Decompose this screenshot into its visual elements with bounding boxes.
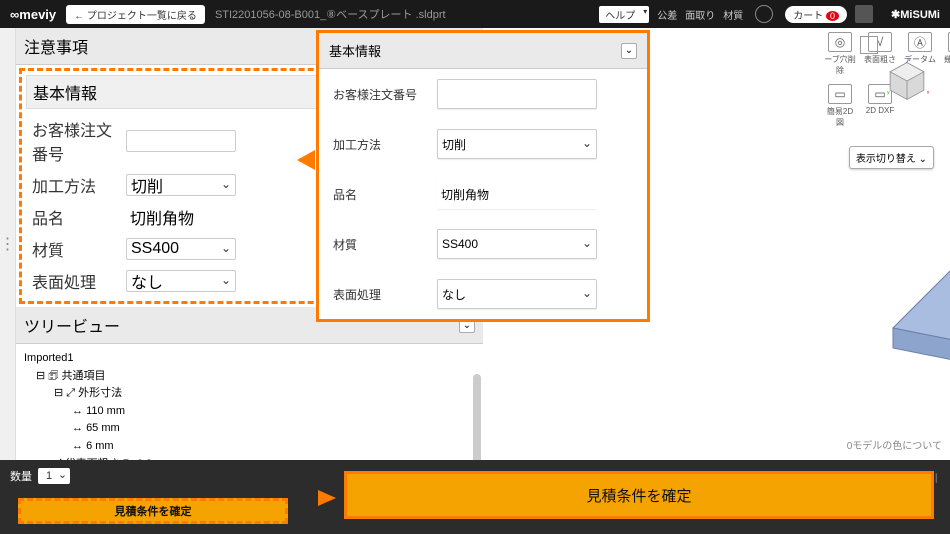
brand: ✱MiSUMi xyxy=(881,8,950,21)
tree-item[interactable]: ⊟ 🗊 共通項目 xyxy=(24,368,475,386)
chevron-down-icon[interactable]: ⌄ xyxy=(621,43,637,59)
tool-gtol[interactable]: ⟂幾何公差 xyxy=(943,32,950,76)
name-value: 切削角物 xyxy=(437,179,597,209)
tree-root[interactable]: Imported1 xyxy=(24,350,475,368)
name-label: 品名 xyxy=(333,186,433,203)
name-label: 品名 xyxy=(32,205,122,229)
tree-item[interactable]: ↔ 110 mm xyxy=(24,403,475,421)
basic-title: 基本情報 xyxy=(33,80,97,104)
quantity: 数量 1 xyxy=(10,468,70,484)
material-select[interactable]: SS400 xyxy=(126,238,236,260)
finish-label: 表面処理 xyxy=(32,269,122,293)
back-button[interactable]: ← プロジェクト一覧に戻る xyxy=(66,5,205,24)
drag-handle[interactable]: ⋮ xyxy=(0,28,16,460)
method-label: 加工方法 xyxy=(333,136,433,153)
order-input[interactable] xyxy=(126,130,236,152)
tool-2d[interactable]: ▭簡易2D図 xyxy=(823,84,857,128)
tree-panel: Imported1 ⊟ 🗊 共通項目 ⊟ ⤢ 外形寸法 ↔ 110 mm ↔ 6… xyxy=(16,344,483,460)
confirm-button[interactable]: 見積条件を確定 xyxy=(18,498,288,524)
model-plate[interactable]: 2x M6 xyxy=(883,188,950,418)
top-bar: ∞meviy ← プロジェクト一覧に戻る STI2201056-08-B001_… xyxy=(0,0,950,28)
material-link[interactable]: 材質 xyxy=(723,7,743,22)
search-icon[interactable] xyxy=(755,5,773,23)
help-dropdown[interactable]: ヘルプ xyxy=(599,6,649,23)
chamfer-link[interactable]: 面取り xyxy=(685,7,715,22)
finish-select[interactable]: なし xyxy=(437,279,597,309)
perspective-icon[interactable] xyxy=(860,36,878,54)
callout-header: 基本情報 ⌄ xyxy=(319,33,647,69)
tree-title: ツリービュー xyxy=(24,313,120,337)
cart-button[interactable]: カート 0 xyxy=(785,6,847,23)
order-label: お客様注文番号 xyxy=(32,117,122,165)
svg-text:z: z xyxy=(909,58,912,62)
qty-label: 数量 xyxy=(10,468,32,484)
basic-info-callout: 基本情報 ⌄ お客様注文番号 加工方法切削 品名切削角物 材質SS400 表面処… xyxy=(316,30,650,322)
tree-item[interactable]: ↔ 65 mm xyxy=(24,420,475,438)
callout-arrow-icon xyxy=(297,150,315,170)
finish-label: 表面処理 xyxy=(333,286,433,303)
filename: STI2201056-08-B001_⑧ベースプレート .sldprt xyxy=(215,6,599,22)
tree-item[interactable]: ↔ 6 mm xyxy=(24,438,475,456)
tolerance-link[interactable]: 公差 xyxy=(657,7,677,22)
order-input[interactable] xyxy=(437,79,597,109)
method-select[interactable]: 切削 xyxy=(437,129,597,159)
avatar[interactable] xyxy=(855,5,873,23)
confirm-callout[interactable]: 見積条件を確定 xyxy=(344,471,934,519)
view-cube[interactable]: x y z xyxy=(884,58,930,104)
callout-arrow-icon xyxy=(318,490,336,506)
qty-select[interactable]: 1 xyxy=(38,468,70,484)
method-select[interactable]: 切削 xyxy=(126,174,236,196)
finish-select[interactable]: なし xyxy=(126,270,236,292)
tree-item[interactable]: ⊟ ⤢ 外形寸法 xyxy=(24,385,475,403)
material-label: 材質 xyxy=(32,237,122,261)
callout-title: 基本情報 xyxy=(329,41,381,60)
logo: ∞meviy xyxy=(0,7,66,22)
name-value: 切削角物 xyxy=(126,206,236,228)
method-label: 加工方法 xyxy=(32,173,122,197)
order-label: お客様注文番号 xyxy=(333,86,433,103)
view-toggle[interactable]: 表示切り替え ⌄ xyxy=(849,146,934,169)
svg-text:y: y xyxy=(887,89,890,94)
scrollbar[interactable] xyxy=(473,374,481,460)
tree-body[interactable]: Imported1 ⊟ 🗊 共通項目 ⊟ ⤢ 外形寸法 ↔ 110 mm ↔ 6… xyxy=(16,344,483,460)
material-select[interactable]: SS400 xyxy=(437,229,597,259)
svg-text:x: x xyxy=(927,89,930,94)
notes-title: 注意事項 xyxy=(24,34,88,58)
model-note[interactable]: 0モデルの色について xyxy=(847,437,942,452)
material-label: 材質 xyxy=(333,236,433,253)
tool-hole-remove[interactable]: ◎ーブ穴削除 xyxy=(823,32,857,76)
top-right: ヘルプ 公差 面取り 材質 カート 0 ✱MiSUMi xyxy=(599,5,950,23)
